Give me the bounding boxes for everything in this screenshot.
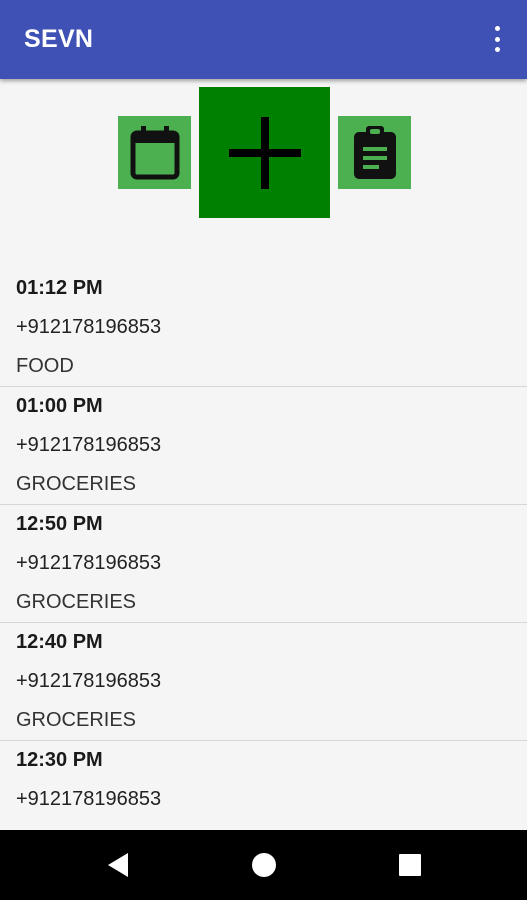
list-item[interactable]: 12:40 PM +912178196853 GROCERIES — [0, 623, 527, 741]
entry-time: 12:30 PM — [16, 749, 103, 771]
menu-dot — [494, 26, 500, 31]
entry-time: 12:50 PM — [16, 513, 103, 535]
list-item[interactable]: 12:50 PM +912178196853 GROCERIES — [0, 505, 527, 623]
entry-category: GROCERIES — [16, 473, 137, 495]
home-circle-icon — [252, 853, 276, 877]
entry-phone: +912178196853 — [16, 670, 162, 692]
calendar-icon — [130, 125, 179, 179]
add-entry-button[interactable] — [199, 87, 330, 218]
entry-time: 01:00 PM — [16, 395, 103, 417]
recents-square-icon — [399, 854, 421, 876]
entry-phone: +912178196853 — [16, 788, 162, 810]
entry-phone: +912178196853 — [16, 552, 162, 574]
back-triangle-icon — [108, 853, 128, 877]
entry-category: FOOD — [16, 355, 74, 377]
list-item[interactable]: 01:12 PM +912178196853 FOOD — [0, 269, 527, 387]
back-button[interactable] — [100, 847, 136, 883]
clipboard-icon — [353, 125, 396, 179]
entry-category: GROCERIES — [16, 709, 137, 731]
main-content: 01:12 PM +912178196853 FOOD 01:00 PM +91… — [0, 79, 527, 830]
more-vert-icon[interactable] — [485, 24, 509, 54]
entry-time: 01:12 PM — [16, 277, 103, 299]
calendar-button[interactable] — [118, 116, 191, 189]
recents-button[interactable] — [392, 847, 428, 883]
list-item[interactable]: 12:30 PM +912178196853 — [0, 741, 527, 830]
entry-phone: +912178196853 — [16, 316, 162, 338]
app-title: SEVN — [24, 25, 94, 53]
plus-icon — [228, 116, 301, 189]
entry-phone: +912178196853 — [16, 434, 162, 456]
report-button[interactable] — [338, 116, 411, 189]
entry-time: 12:40 PM — [16, 631, 103, 653]
entry-category: GROCERIES — [16, 591, 137, 613]
menu-dot — [494, 47, 500, 52]
app-bar: SEVN — [0, 0, 527, 79]
menu-dot — [494, 36, 500, 42]
entries-list: 01:12 PM +912178196853 FOOD 01:00 PM +91… — [0, 269, 527, 830]
home-button[interactable] — [246, 847, 282, 883]
list-item[interactable]: 01:00 PM +912178196853 GROCERIES — [0, 387, 527, 505]
system-nav-bar — [0, 830, 527, 900]
